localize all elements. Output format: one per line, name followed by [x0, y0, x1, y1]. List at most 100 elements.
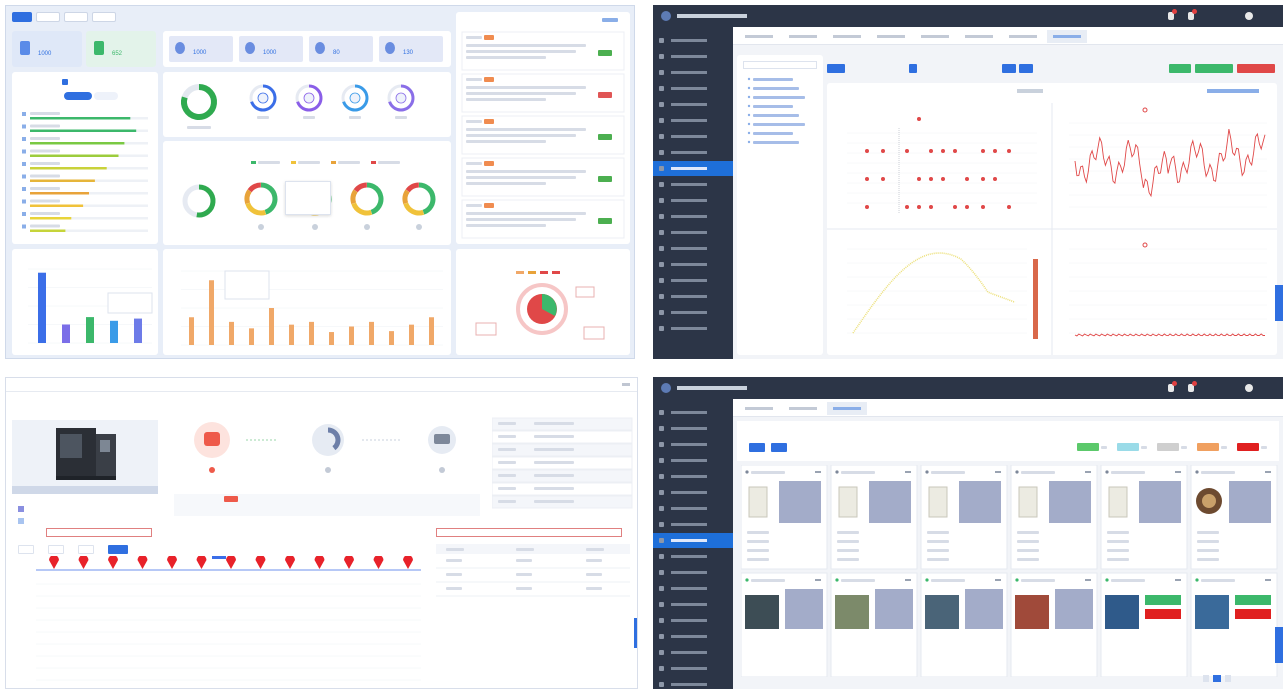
- nav-item[interactable]: [653, 613, 733, 628]
- user-avatar[interactable]: [1245, 12, 1253, 20]
- kpi-box-3: 80: [309, 36, 373, 62]
- nav-item[interactable]: [653, 129, 733, 144]
- tab-2[interactable]: [36, 12, 60, 22]
- scatter-point: [929, 149, 933, 153]
- nav-item[interactable]: [653, 33, 733, 48]
- tab-item[interactable]: [783, 30, 823, 43]
- nav-item[interactable]: [653, 49, 733, 64]
- import-button[interactable]: [1195, 64, 1233, 73]
- nav-item[interactable]: [653, 677, 733, 689]
- motor-image-center: [1202, 494, 1216, 508]
- tab-item[interactable]: [827, 30, 867, 43]
- mode-button[interactable]: [18, 545, 34, 554]
- tab-item[interactable]: [1003, 30, 1043, 43]
- tab-item[interactable]: [827, 402, 867, 415]
- tab-4[interactable]: [92, 12, 116, 22]
- nav-item[interactable]: [653, 485, 733, 500]
- tab-label: [833, 407, 861, 410]
- tab-item[interactable]: [871, 30, 911, 43]
- nav-item[interactable]: [653, 209, 733, 224]
- kpi-box-1: 1000: [169, 36, 233, 62]
- detail-title-bar: [6, 378, 637, 392]
- user-avatar[interactable]: [1245, 384, 1253, 392]
- nav-icon: [659, 166, 664, 171]
- nav-item[interactable]: [653, 421, 733, 436]
- info-block: [785, 589, 823, 629]
- delete-button[interactable]: [1237, 64, 1275, 73]
- row-label: [30, 224, 60, 228]
- tab-item[interactable]: [959, 30, 999, 43]
- tree-search-input[interactable]: [743, 61, 817, 69]
- nav-item[interactable]: [653, 405, 733, 420]
- more-icon: [1175, 471, 1181, 473]
- nav-item[interactable]: [653, 501, 733, 516]
- close-icon[interactable]: [622, 383, 630, 386]
- filter-chip[interactable]: [827, 64, 845, 73]
- nav-item[interactable]: [653, 453, 733, 468]
- query-button[interactable]: [1002, 64, 1016, 73]
- reset-button[interactable]: [1019, 64, 1033, 73]
- scroll-indicator[interactable]: [634, 618, 637, 648]
- export-button[interactable]: [1169, 64, 1191, 73]
- notice-line: [466, 56, 546, 59]
- nav-item[interactable]: [653, 581, 733, 596]
- nav-item[interactable]: [653, 65, 733, 80]
- more-link[interactable]: [602, 18, 618, 22]
- mode-button[interactable]: [78, 545, 94, 554]
- nav-item[interactable]: [653, 241, 733, 256]
- nav-icon: [659, 554, 664, 559]
- nav-item[interactable]: [653, 97, 733, 112]
- page-next[interactable]: [1225, 675, 1231, 682]
- more-icon: [905, 471, 911, 473]
- tab-item[interactable]: [739, 30, 779, 43]
- nav-item[interactable]: [653, 533, 733, 548]
- status-label: [1101, 446, 1107, 449]
- nav-item[interactable]: [653, 549, 733, 564]
- nav-item[interactable]: [653, 177, 733, 192]
- scatter-point: [981, 149, 985, 153]
- nav-item[interactable]: [653, 305, 733, 320]
- nav-item[interactable]: [653, 437, 733, 452]
- tab-item[interactable]: [915, 30, 955, 43]
- nav-item[interactable]: [653, 161, 733, 176]
- nav-item[interactable]: [653, 257, 733, 272]
- toggle-button[interactable]: [64, 92, 92, 100]
- filter-chip[interactable]: [909, 64, 917, 73]
- machine-photo: [835, 595, 869, 629]
- nav-item[interactable]: [653, 597, 733, 612]
- nav-item[interactable]: [653, 113, 733, 128]
- nav-item[interactable]: [653, 81, 733, 96]
- ring-segment: [402, 189, 410, 205]
- nav-item[interactable]: [653, 273, 733, 288]
- tab-item[interactable]: [783, 402, 823, 415]
- query-button[interactable]: [749, 443, 765, 452]
- nav-item[interactable]: [653, 469, 733, 484]
- nav-item[interactable]: [653, 225, 733, 240]
- notice-line: [466, 98, 546, 101]
- nav-item[interactable]: [653, 193, 733, 208]
- mode-button-active[interactable]: [108, 545, 128, 554]
- side-float-tab[interactable]: [1275, 285, 1283, 321]
- info-value: [534, 435, 574, 438]
- nav-item[interactable]: [653, 565, 733, 580]
- nav-item[interactable]: [653, 321, 733, 336]
- nav-item[interactable]: [653, 661, 733, 676]
- tab-item[interactable]: [1047, 30, 1087, 43]
- bar: [38, 272, 46, 343]
- tab-1[interactable]: [12, 12, 32, 22]
- side-float-tab[interactable]: [1275, 627, 1283, 663]
- reset-button[interactable]: [771, 443, 787, 452]
- bar: [209, 280, 214, 345]
- tab-3[interactable]: [64, 12, 88, 22]
- page-prev[interactable]: [1203, 675, 1209, 682]
- page-current[interactable]: [1213, 675, 1221, 682]
- nav-item[interactable]: [653, 517, 733, 532]
- nav-item[interactable]: [653, 289, 733, 304]
- nav-item[interactable]: [653, 629, 733, 644]
- nav-item[interactable]: [653, 145, 733, 160]
- nav-item[interactable]: [653, 645, 733, 660]
- mode-button[interactable]: [48, 545, 64, 554]
- pie-callout: [575, 286, 595, 298]
- toggle-button[interactable]: [94, 92, 118, 100]
- tab-item[interactable]: [739, 402, 779, 415]
